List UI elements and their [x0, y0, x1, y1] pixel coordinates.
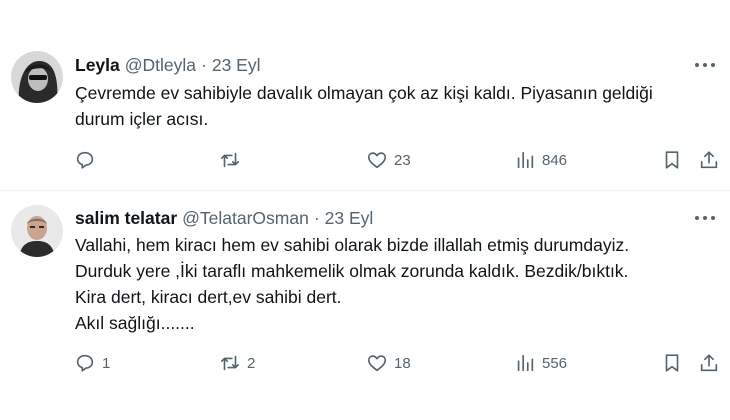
tweet-text-line: Vallahi, hem kiracı hem ev sahibi olarak… [75, 235, 630, 255]
views-bar-chart-icon [517, 151, 534, 169]
tweet-2[interactable]: salim telatar @TelatarOsman · 23 Eyl Val… [0, 191, 730, 420]
tweet-text-line: Kira dert, kiracı dert,ev sahibi dert. [75, 287, 342, 307]
like-button[interactable]: 23 [366, 147, 411, 173]
avatar[interactable] [11, 51, 63, 103]
action-bar: 1 2 18 556 [74, 350, 724, 376]
bookmark-icon [665, 354, 679, 372]
separator-dot: · [201, 54, 207, 75]
share-icon [700, 151, 718, 169]
views-button[interactable]: 846 [514, 147, 567, 173]
views-button[interactable]: 556 [514, 350, 567, 376]
reply-count: 1 [102, 354, 111, 372]
tweet-header: salim telatar @TelatarOsman · 23 Eyl [75, 206, 373, 230]
author-handle[interactable]: @Dtleyla [125, 55, 196, 76]
more-dots-icon[interactable] [692, 206, 718, 230]
share-button[interactable] [698, 350, 720, 376]
views-count: 846 [542, 151, 568, 169]
tweet-text: Çevremde ev sahibiyle davalık olmayan ço… [75, 80, 715, 132]
views-bar-chart-icon [517, 354, 534, 372]
share-button[interactable] [698, 147, 720, 173]
like-count: 23 [394, 151, 411, 169]
tweet-text: Vallahi, hem kiracı hem ev sahibi olarak… [75, 232, 715, 336]
tweet-date[interactable]: 23 Eyl [212, 55, 261, 76]
retweet-count: 2 [247, 354, 256, 372]
avatar[interactable] [11, 205, 63, 257]
tweet-text-line: Çevremde ev sahibiyle davalık olmayan ço… [75, 83, 653, 103]
reply-button[interactable] [74, 147, 102, 173]
retweet-icon [220, 355, 240, 371]
tweet-1[interactable]: Leyla @Dtleyla · 23 Eyl Çevremde ev sahi… [0, 0, 730, 190]
tweet-text-line: Durduk yere ,İki taraflı mahkemelik olma… [75, 261, 629, 281]
bookmark-button[interactable] [661, 147, 683, 173]
author-handle[interactable]: @TelatarOsman [182, 208, 309, 229]
tweet-date[interactable]: 23 Eyl [325, 208, 374, 229]
retweet-icon [220, 152, 240, 168]
tweet-text-line: durum içler acısı. [75, 109, 209, 129]
tweet-header: Leyla @Dtleyla · 23 Eyl [75, 53, 260, 77]
like-button[interactable]: 18 [366, 350, 411, 376]
action-bar: 23 846 [74, 147, 724, 173]
author-name[interactable]: Leyla [75, 55, 120, 76]
share-icon [700, 354, 718, 372]
author-name[interactable]: salim telatar [75, 208, 177, 229]
reply-button[interactable]: 1 [74, 350, 110, 376]
retweet-button[interactable] [219, 147, 247, 173]
like-count: 18 [394, 354, 411, 372]
bookmark-icon [665, 151, 679, 169]
separator-dot: · [313, 207, 320, 228]
retweet-button[interactable]: 2 [219, 350, 255, 376]
tweet-text-line: Akıl sağlığı....... [75, 313, 195, 333]
bookmark-button[interactable] [661, 350, 683, 376]
reply-icon [76, 151, 94, 169]
more-dots-icon[interactable] [692, 53, 718, 77]
heart-icon [367, 355, 387, 372]
reply-icon [76, 354, 94, 372]
heart-icon [367, 152, 387, 169]
views-count: 556 [542, 354, 568, 372]
